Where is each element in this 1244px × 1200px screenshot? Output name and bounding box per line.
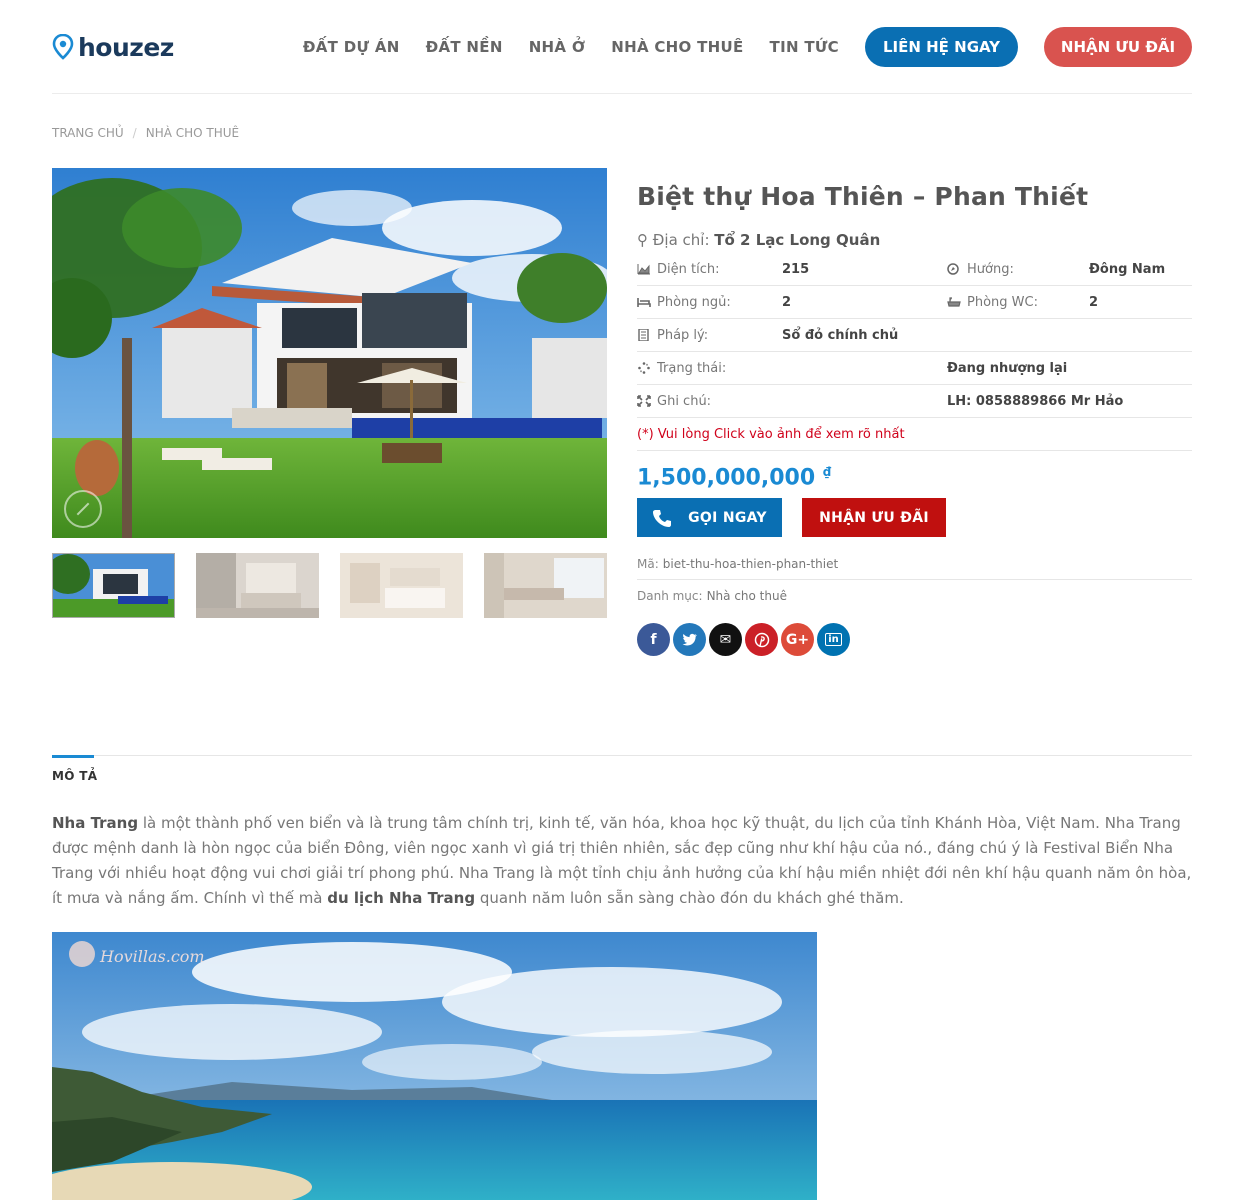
site-header: houzez ĐẤT DỰ ÁN ĐẤT NỀN NHÀ Ở NHÀ CHO T… <box>52 0 1192 94</box>
currency-symbol: ₫ <box>822 465 832 479</box>
nav-link-nha-cho-thue[interactable]: NHÀ CHO THUÊ <box>611 38 743 56</box>
detail-row: Pháp lý: Sổ đỏ chính chủ <box>637 319 1192 352</box>
email-icon[interactable]: ✉ <box>709 623 742 657</box>
active-tab-indicator <box>52 755 94 758</box>
address-label: Địa chỉ: <box>652 231 710 249</box>
thumbnail-gallery <box>52 553 628 618</box>
product-tabs: MÔ TẢ <box>52 755 1192 783</box>
main-nav: ĐẤT DỰ ÁN ĐẤT NỀN NHÀ Ở NHÀ CHO THUÊ TIN… <box>303 27 1192 67</box>
nav-link-tin-tuc[interactable]: TIN TỨC <box>770 38 839 56</box>
expand-icon[interactable] <box>64 490 102 528</box>
detail-row: Phòng ngủ: 2 Phòng WC: 2 <box>637 286 1192 319</box>
property-details: Diện tích: 215 Hướng: Đông Nam Phòng ngủ… <box>637 253 1192 451</box>
product-info: Biệt thự Hoa Thiên – Phan Thiết ⚲ Địa ch… <box>637 168 1192 657</box>
receive-offer-button[interactable]: NHẬN ƯU ĐÃI <box>802 498 946 538</box>
address-value: Tổ 2 Lạc Long Quân <box>714 231 881 249</box>
bed-icon <box>637 298 651 307</box>
main-product-image[interactable] <box>52 168 607 538</box>
nav-link-dat-du-an[interactable]: ĐẤT DỰ ÁN <box>303 38 400 56</box>
sku-value: biet-thu-hoa-thien-phan-thiet <box>662 557 839 572</box>
tab-description[interactable]: MÔ TẢ <box>52 769 97 783</box>
expand-arrows-icon <box>637 395 651 407</box>
facebook-icon[interactable]: f <box>637 623 670 657</box>
breadcrumb-category[interactable]: NHÀ CHO THUÊ <box>146 126 239 140</box>
spinner-icon <box>638 362 650 374</box>
villa-photo <box>52 168 607 538</box>
bedrooms-value: 2 <box>782 294 792 310</box>
area-chart-icon <box>637 264 650 275</box>
breadcrumb: TRANG CHỦ / NHÀ CHO THUÊ <box>52 126 239 140</box>
svg-text:Hovillas.com: Hovillas.com <box>99 947 205 966</box>
contact-now-button[interactable]: LIÊN HỆ NGAY <box>865 27 1018 67</box>
phone-icon <box>653 509 672 527</box>
breadcrumb-home[interactable]: TRANG CHỦ <box>52 126 124 140</box>
bathtub-icon <box>947 297 961 307</box>
pinterest-icon[interactable] <box>745 623 778 657</box>
map-marker-icon: ⚲ <box>637 231 648 249</box>
breadcrumb-separator: / <box>132 126 137 140</box>
logo-text: houzez <box>78 32 174 62</box>
nav-link-nha-o[interactable]: NHÀ Ở <box>529 38 586 56</box>
sku-row: Mã: biet-thu-hoa-thien-phan-thiet <box>637 549 1192 581</box>
detail-row: Trạng thái: Đang nhượng lại <box>637 352 1192 385</box>
direction-value: Đông Nam <box>1089 261 1166 277</box>
category-link[interactable]: Nhà cho thuê <box>707 589 787 603</box>
detail-row: Ghi chú: LH: 0858889866 Mr Hảo <box>637 385 1192 418</box>
bathrooms-value: 2 <box>1089 294 1099 310</box>
detail-row: Diện tích: 215 Hướng: Đông Nam <box>637 253 1192 286</box>
product-price: 1,500,000,000 ₫ <box>637 465 832 491</box>
status-value: Đang nhượng lại <box>947 360 1068 376</box>
thumbnail-bedroom[interactable] <box>340 553 463 618</box>
share-buttons: f ✉ G+ in <box>637 623 1192 657</box>
thumbnail-dining-room[interactable] <box>484 553 607 618</box>
linkedin-icon[interactable]: in <box>817 623 850 657</box>
category-row: Danh mục: Nhà cho thuê <box>637 588 787 603</box>
thumbnail-exterior[interactable] <box>52 553 175 618</box>
building-icon <box>638 329 649 341</box>
google-plus-icon[interactable]: G+ <box>781 623 814 657</box>
nha-trang-beach-image: Hovillas.com <box>52 932 817 1200</box>
product-description: Nha Trang là một thành phố ven biển và l… <box>52 814 1192 907</box>
area-value: 215 <box>782 261 810 277</box>
click-image-note: (*) Vui lòng Click vào ảnh để xem rõ nhấ… <box>637 418 1192 451</box>
product-title: Biệt thự Hoa Thiên – Phan Thiết <box>637 182 1089 211</box>
thumbnail-living-room[interactable] <box>196 553 319 618</box>
nav-link-dat-nen[interactable]: ĐẤT NỀN <box>426 38 503 56</box>
map-pin-icon <box>52 34 74 60</box>
get-offer-button[interactable]: NHẬN ƯU ĐÃI <box>1044 27 1192 67</box>
logo[interactable]: houzez <box>52 32 174 62</box>
call-now-button[interactable]: GỌI NGAY <box>637 498 782 538</box>
compass-icon <box>947 263 959 275</box>
product-address: ⚲ Địa chỉ: Tổ 2 Lạc Long Quân <box>637 231 1192 249</box>
product-actions: GỌI NGAY NHẬN ƯU ĐÃI <box>637 498 1192 538</box>
contact-note-value: LH: 0858889866 Mr Hảo <box>947 393 1124 409</box>
legal-value: Sổ đỏ chính chủ <box>782 327 899 343</box>
twitter-icon[interactable] <box>673 623 706 657</box>
